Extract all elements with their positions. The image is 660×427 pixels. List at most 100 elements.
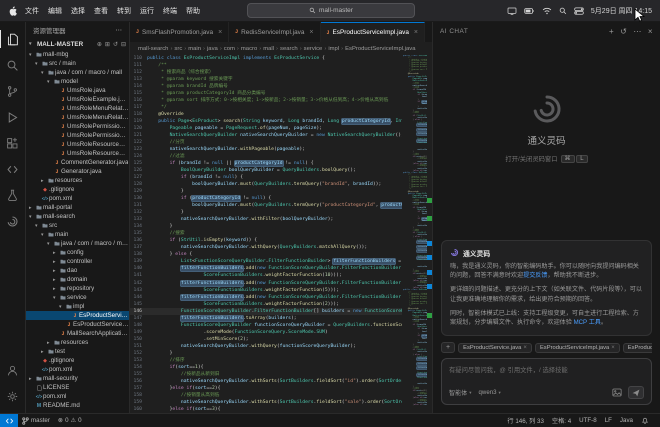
search-icon[interactable] xyxy=(0,52,26,78)
code-line[interactable]: 126 BoolQueryBuilder boolQueryBuilder = … xyxy=(130,167,402,174)
code-line[interactable]: 112 * 搜索商品（综合搜索） xyxy=(130,69,402,76)
code-line[interactable]: 136 if (StrUtil.isEmpty(keyword)) { xyxy=(130,237,402,244)
new-folder-icon[interactable]: ⊞ xyxy=(105,41,110,48)
code-line[interactable]: 157 }else if(sort==2){ xyxy=(130,385,402,392)
menu-item[interactable]: 运行 xyxy=(140,6,154,16)
explorer-item[interactable]: </>pom.xml xyxy=(26,365,129,374)
control-center-icon[interactable] xyxy=(574,7,584,15)
spotlight-search-icon[interactable] xyxy=(559,7,567,15)
explorer-item[interactable]: JMallSearchApplication.java xyxy=(26,329,129,338)
code-editor[interactable]: 110public class EsProductServiceImpl imp… xyxy=(130,55,432,413)
explorer-item[interactable]: JUmsRolePermissionRelationExample.java xyxy=(26,131,129,140)
explorer-item[interactable]: ▾impl xyxy=(26,302,129,311)
code-line[interactable]: 151 nativeSearchQueryBuilder.withQuery(f… xyxy=(130,343,402,350)
code-line[interactable]: 118 @Override xyxy=(130,111,402,118)
refresh-icon[interactable]: ↺ xyxy=(113,41,118,48)
explorer-item[interactable]: ▸resources xyxy=(26,176,129,185)
new-file-icon[interactable]: ⊕ xyxy=(97,41,102,48)
chat-close-icon[interactable]: × xyxy=(648,27,653,36)
breadcrumb-segment[interactable]: macro xyxy=(241,46,257,52)
code-line[interactable]: 119 public Page<EsProduct> search(String… xyxy=(130,118,402,125)
menu-item[interactable]: 转到 xyxy=(117,6,131,16)
code-line[interactable]: 155 //按新品从新到旧 xyxy=(130,371,402,378)
chat-history-icon[interactable]: ↺ xyxy=(620,27,627,36)
explorer-item[interactable]: ▸controller xyxy=(26,257,129,266)
context-chip[interactable]: EsProductServiceImpl.java× xyxy=(535,343,620,353)
chip-close-icon[interactable]: × xyxy=(523,345,527,351)
run-debug-icon[interactable] xyxy=(0,104,26,130)
code-line[interactable]: 116 * @param sort 排序方式：0->按相关度；1->按新品；2-… xyxy=(130,97,402,104)
explorer-item[interactable]: ▾mall-search xyxy=(26,212,129,221)
code-line[interactable]: 117 */ xyxy=(130,104,402,111)
code-line[interactable]: 129 } xyxy=(130,188,402,195)
status-item[interactable]: UTF-8 xyxy=(575,417,601,424)
mode-selector[interactable]: 智能体▾ xyxy=(449,388,472,397)
editor-tab[interactable]: JSmsFlashPromotion.java× xyxy=(130,22,229,42)
code-line[interactable]: 143 ScoreFunctionBuilders.weightFactorFu… xyxy=(130,287,402,294)
tab-close-icon[interactable]: × xyxy=(309,29,313,36)
testing-icon[interactable] xyxy=(0,182,26,208)
code-line[interactable]: 122 //分页 xyxy=(130,139,402,146)
tab-close-icon[interactable]: × xyxy=(414,29,418,36)
explorer-item[interactable]: </>pom.xml xyxy=(26,194,129,203)
code-line[interactable]: 130 if (productCategoryId != null) { xyxy=(130,195,402,202)
breadcrumb-segment[interactable]: EsProductServiceImpl.java xyxy=(345,46,415,52)
code-line[interactable]: 125 if (brandId != null || productCatego… xyxy=(130,160,402,167)
chip-close-icon[interactable]: × xyxy=(611,345,615,351)
model-selector[interactable]: qwen3▾ xyxy=(479,389,501,396)
menu-item[interactable]: 选择 xyxy=(71,6,85,16)
tab-close-icon[interactable]: × xyxy=(218,29,222,36)
explorer-item[interactable]: ▸mall-security xyxy=(26,374,129,383)
code-line[interactable]: 113 * @param keyword 搜索关键字 xyxy=(130,76,402,83)
explorer-item[interactable]: ▾model xyxy=(26,77,129,86)
breadcrumb-segment[interactable]: main xyxy=(188,46,201,52)
explorer-item[interactable]: ◆.gitignore xyxy=(26,185,129,194)
notifications-bell-icon[interactable] xyxy=(637,416,653,425)
breadcrumb-segment[interactable]: impl xyxy=(328,46,339,52)
code-line[interactable]: 148 FunctionScoreQueryBuilder functionSc… xyxy=(130,322,402,329)
explorer-item[interactable]: ▾service xyxy=(26,293,129,302)
explorer-item[interactable]: ▾main xyxy=(26,230,129,239)
code-line[interactable]: 140 filterFunctionBuilders.add(new Funct… xyxy=(130,265,402,272)
code-line[interactable]: 135 //搜索 xyxy=(130,230,402,237)
account-icon[interactable] xyxy=(0,357,26,383)
settings-gear-icon[interactable] xyxy=(0,383,26,409)
menu-item[interactable]: 帮助 xyxy=(186,6,200,16)
explorer-item[interactable]: JUmsRoleResourceRelationExample.java xyxy=(26,149,129,158)
status-item[interactable]: 空格: 4 xyxy=(548,416,575,425)
problems-status[interactable]: ⊗0 ⚠0 xyxy=(54,417,86,424)
menu-item[interactable]: 查看 xyxy=(94,6,108,16)
editor-tab[interactable]: JRedisServiceImpl.java× xyxy=(229,22,320,42)
remote-indicator[interactable] xyxy=(0,414,18,427)
status-item[interactable]: Java xyxy=(616,417,637,424)
display-icon[interactable] xyxy=(507,7,517,15)
breadcrumb-segment[interactable]: java xyxy=(207,46,218,52)
lingma-icon[interactable] xyxy=(0,208,26,234)
code-line[interactable]: 147 filterFunctionBuilders.toArray(build… xyxy=(130,315,402,322)
breadcrumb[interactable]: mall-search›src›main›java›com›macro›mall… xyxy=(130,42,432,55)
explorer-item[interactable]: ▸resources xyxy=(26,338,129,347)
menu-item[interactable]: 编辑 xyxy=(48,6,62,16)
breadcrumb-segment[interactable]: search xyxy=(280,46,298,52)
code-line[interactable]: 159 nativeSearchQueryBuilder.withSorts(S… xyxy=(130,399,402,406)
chat-link[interactable]: MCP 工具 xyxy=(574,319,601,326)
code-line[interactable]: 124 //过滤 xyxy=(130,153,402,160)
explorer-item[interactable]: LICENSE xyxy=(26,383,129,392)
explorer-item[interactable]: ▾mall-mbg xyxy=(26,50,129,59)
breadcrumb-segment[interactable]: mall-search xyxy=(138,46,168,52)
code-line[interactable]: 127 if (brandId != null) { xyxy=(130,174,402,181)
explorer-item[interactable]: ▾src / main xyxy=(26,59,129,68)
code-line[interactable]: 160 }else if(sort==3){ xyxy=(130,406,402,413)
extensions-icon[interactable] xyxy=(0,130,26,156)
code-line[interactable]: 132 } xyxy=(130,209,402,216)
explorer-item[interactable]: ▸config xyxy=(26,248,129,257)
code-line[interactable]: 156 nativeSearchQueryBuilder.withSorts(S… xyxy=(130,378,402,385)
explorer-item[interactable]: ◆.gitignore xyxy=(26,356,129,365)
explorer-item[interactable]: JUmsRoleMenuRelationExample.java xyxy=(26,113,129,122)
explorer-item[interactable]: ▸domain xyxy=(26,275,129,284)
breadcrumb-segment[interactable]: com xyxy=(224,46,235,52)
code-line[interactable]: 121 NativeSearchQueryBuilder nativeSearc… xyxy=(130,132,402,139)
wifi-icon[interactable] xyxy=(542,7,552,15)
menu-item[interactable]: 文件 xyxy=(25,6,39,16)
explorer-item[interactable]: ▸mall-portal xyxy=(26,203,129,212)
